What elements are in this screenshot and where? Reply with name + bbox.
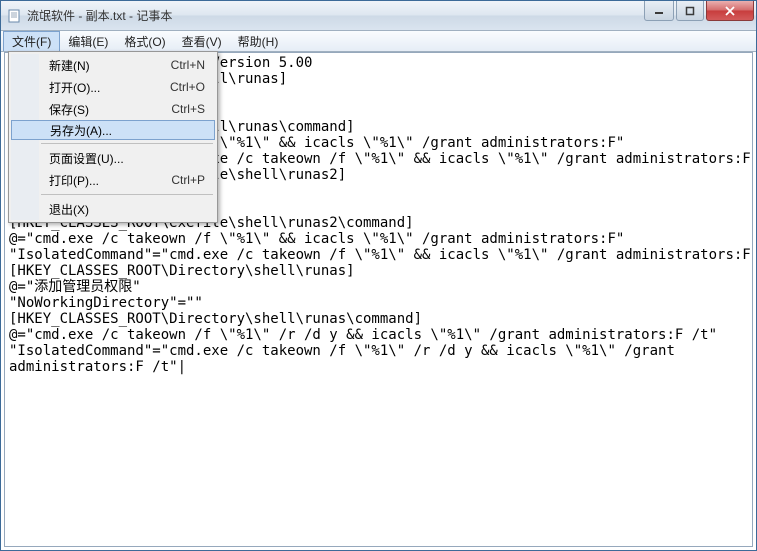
menu-item-label: 打印(P)... [19,172,171,189]
menu-item-label: 新建(N) [19,57,171,74]
file-dropdown: 新建(N) Ctrl+N 打开(O)... Ctrl+O 保存(S) Ctrl+… [8,51,218,223]
menu-item-shortcut: Ctrl+P [171,173,205,187]
menu-separator [41,194,213,195]
maximize-button[interactable] [676,1,704,21]
menu-format[interactable]: 格式(O) [116,31,173,51]
menubar: 文件(F) 编辑(E) 格式(O) 查看(V) 帮助(H) [1,31,756,52]
menu-file[interactable]: 文件(F) [3,31,60,51]
window-controls [642,1,754,21]
menu-item-label: 打开(O)... [19,79,170,96]
menu-view[interactable]: 查看(V) [174,31,230,51]
close-button[interactable] [706,1,754,21]
menu-save[interactable]: 保存(S) Ctrl+S [11,98,215,120]
menu-edit[interactable]: 编辑(E) [60,31,116,51]
menu-item-shortcut: Ctrl+O [170,80,205,94]
menu-separator [41,143,213,144]
menu-exit[interactable]: 退出(X) [11,198,215,220]
minimize-button[interactable] [644,1,674,21]
menu-pagesetup[interactable]: 页面设置(U)... [11,147,215,169]
menu-item-label: 保存(S) [19,101,171,118]
menu-saveas[interactable]: 另存为(A)... [11,120,215,140]
menu-new[interactable]: 新建(N) Ctrl+N [11,54,215,76]
window-title: 流氓软件 - 副本.txt - 记事本 [27,7,642,24]
menu-print[interactable]: 打印(P)... Ctrl+P [11,169,215,191]
menu-item-label: 退出(X) [19,201,205,218]
menu-open[interactable]: 打开(O)... Ctrl+O [11,76,215,98]
notepad-window: 流氓软件 - 副本.txt - 记事本 文件(F) 编辑(E) 格式(O) 查看… [0,0,757,551]
menu-item-label: 页面设置(U)... [19,150,205,167]
notepad-icon [7,8,23,24]
titlebar[interactable]: 流氓软件 - 副本.txt - 记事本 [1,1,756,31]
menu-help[interactable]: 帮助(H) [230,31,287,51]
menu-item-label: 另存为(A)... [20,122,204,139]
menu-item-shortcut: Ctrl+S [171,102,205,116]
menu-item-shortcut: Ctrl+N [171,58,205,72]
